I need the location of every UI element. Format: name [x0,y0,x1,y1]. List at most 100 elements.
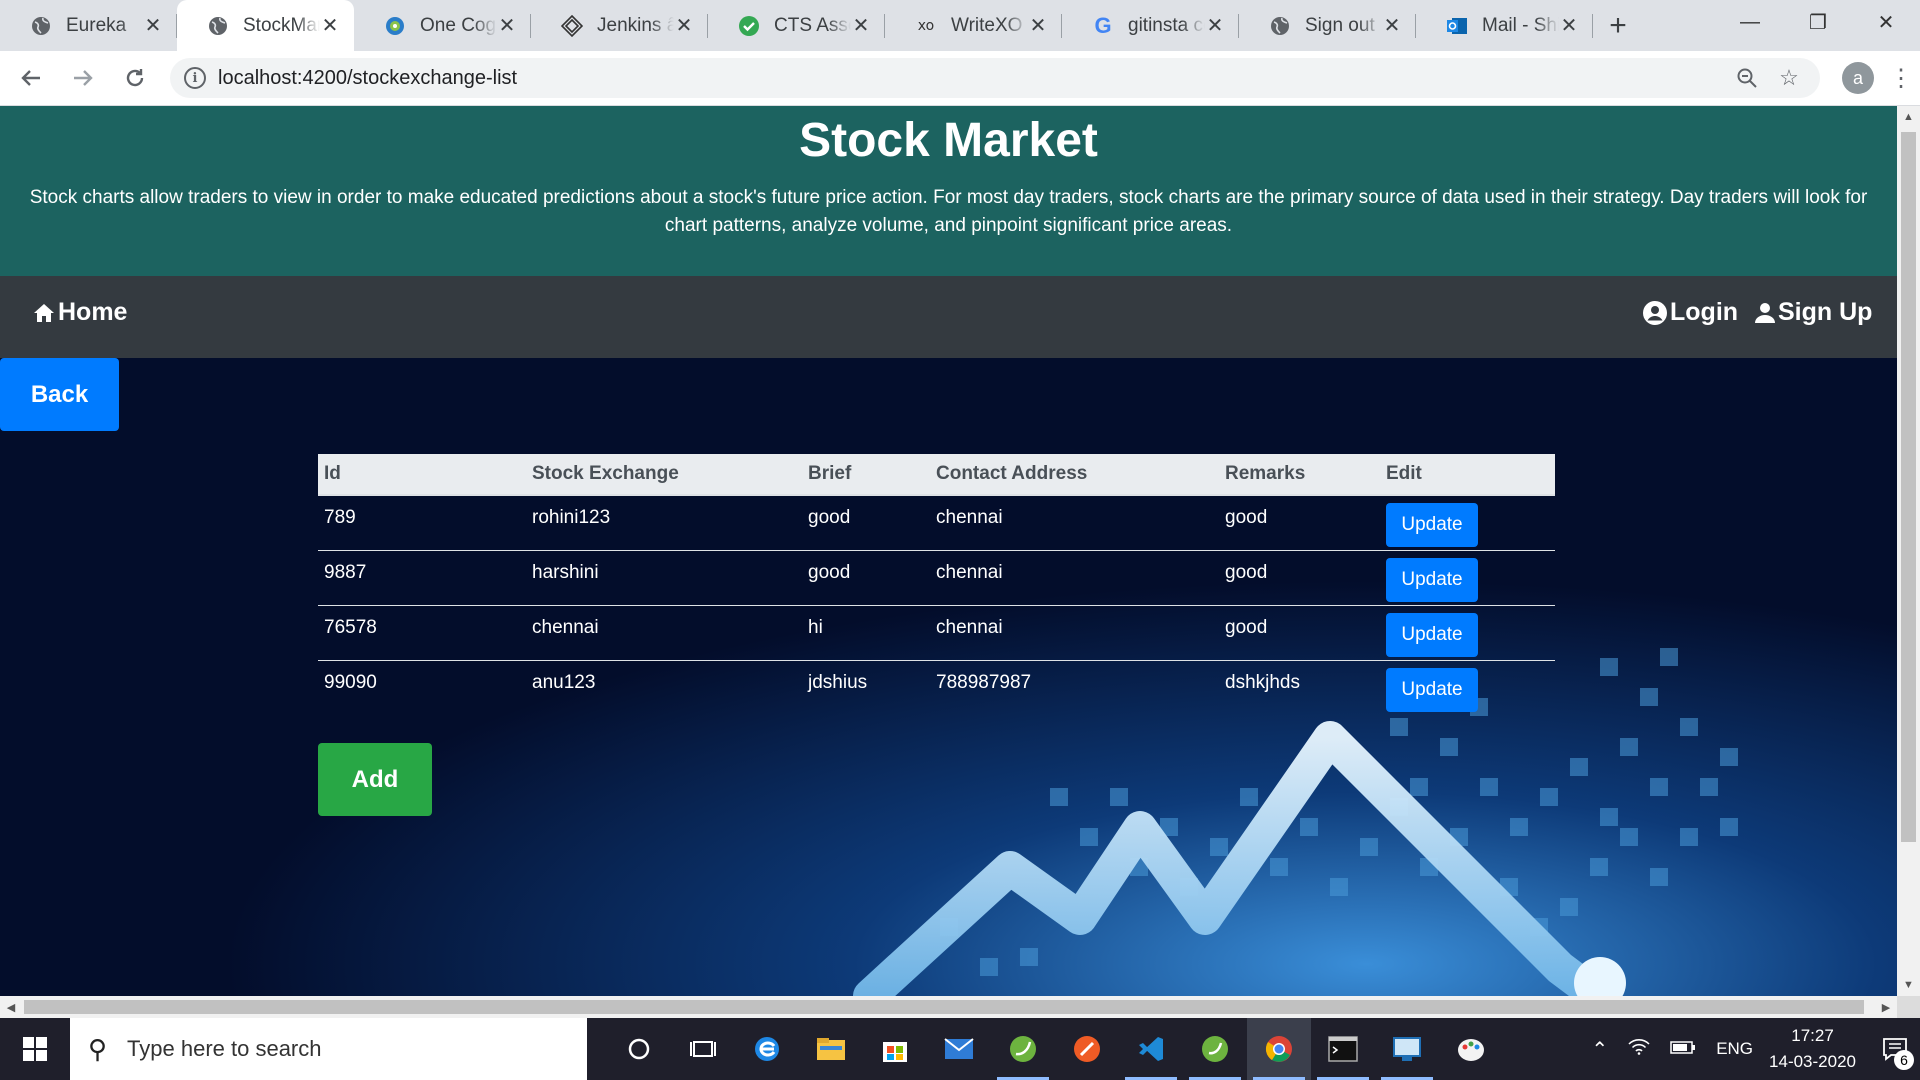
edge-icon[interactable] [735,1018,799,1080]
reload-icon [126,69,144,87]
browser-tab[interactable]: xo WriteXO ✕ [885,0,1062,51]
vertical-scrollbar[interactable]: ▲ ▼ [1897,106,1920,996]
profile-avatar[interactable]: a [1842,62,1874,94]
scroll-right-arrow[interactable]: ▶ [1875,996,1897,1018]
new-tab-button[interactable]: + [1593,0,1643,51]
back-nav-button[interactable] [10,57,52,99]
tab-close-icon[interactable]: ✕ [674,13,694,38]
table-cell: chennai [526,604,802,660]
mail-icon[interactable] [927,1018,991,1080]
tab-close-icon[interactable]: ✕ [497,13,517,38]
pixel-square [980,958,998,976]
hero-banner: Stock Market Stock charts allow traders … [0,106,1897,276]
pixel-square [1640,688,1658,706]
arrow-left-icon [21,70,40,86]
browser-tab[interactable]: Mail - Shi ✕ [1416,0,1593,51]
tab-title: Sign out [1305,14,1375,36]
column-header: Brief [802,454,930,496]
globe-icon [207,15,229,37]
browser-tab[interactable]: Jenkins âŒ✕ [531,0,708,51]
restore-button[interactable]: ❐ [1784,0,1852,44]
scroll-down-arrow[interactable]: ▼ [1897,974,1920,996]
browser-menu-icon[interactable]: ⋮ [1884,61,1918,95]
tab-close-icon[interactable]: ✕ [851,13,871,38]
scroll-left-arrow[interactable]: ◀ [0,996,22,1018]
close-window-button[interactable]: ✕ [1852,0,1920,44]
spring-boot-icon[interactable] [1183,1018,1247,1080]
clock-date: 14-03-2020 [1769,1052,1856,1071]
microsoft-store-icon[interactable] [863,1018,927,1080]
pixel-square [1540,788,1558,806]
nav-home-label: Home [58,298,128,326]
forward-nav-button[interactable] [62,57,104,99]
user-circle-icon [1643,300,1667,325]
browser-tab[interactable]: One Cognizant✕ [354,0,531,51]
table-row: 99090 anu123 jdshius 788987987 dshkjhds Updat… [318,659,1555,715]
url-text[interactable]: localhost:4200/stockexchange-list [218,67,1722,90]
pixel-square [1480,778,1498,796]
pixel-square [1560,898,1578,916]
horizontal-scrollbar[interactable]: ◀ ▶ [0,996,1897,1018]
tab-close-icon[interactable]: ✕ [1028,13,1048,38]
table-cell: 99090 [318,659,526,715]
chrome-icon[interactable] [1247,1018,1311,1080]
browser-tab[interactable]: Eureka ✕ [0,0,177,51]
battery-icon[interactable] [1670,1038,1696,1061]
update-button[interactable]: Update [1386,557,1478,602]
update-button[interactable]: Update [1386,667,1478,712]
nav-signup-link[interactable]: Sign Up [1754,298,1872,327]
nav-login-label: Login [1670,298,1739,326]
update-button[interactable]: Update [1386,612,1478,657]
browser-tab[interactable]: StockMarket✕ [177,0,354,51]
vertical-scroll-thumb[interactable] [1901,132,1916,842]
table-cell: 76578 [318,604,526,660]
taskbar-clock[interactable]: 17:27 14-03-2020 [1769,1023,1856,1075]
file-explorer-icon[interactable] [799,1018,863,1080]
minimize-button[interactable]: — [1716,0,1784,44]
google-icon: G [1094,12,1112,38]
browser-tab[interactable]: Ggitinsta cc ✕ [1062,0,1239,51]
terminal-icon[interactable] [1311,1018,1375,1080]
nav-home-link[interactable]: Home [32,298,127,327]
task-view-icon[interactable] [671,1018,735,1080]
paint-icon[interactable] [1439,1018,1503,1080]
tab-close-icon[interactable]: ✕ [143,13,163,38]
spring-tool-icon[interactable] [991,1018,1055,1080]
table-cell: good [1219,549,1380,605]
bookmark-star-icon[interactable]: ☆ [1772,61,1806,95]
update-button[interactable]: Update [1386,503,1478,547]
home-icon [34,303,54,322]
start-button[interactable] [0,1018,70,1080]
tab-close-icon[interactable]: ✕ [320,13,340,38]
site-info-icon[interactable]: i [184,67,206,89]
vscode-icon[interactable] [1119,1018,1183,1080]
browser-tab[interactable]: Sign out ✕ [1239,0,1416,51]
postman-icon[interactable] [1055,1018,1119,1080]
add-button[interactable]: Add [318,743,432,816]
chevron-up-icon[interactable]: ⌃ [1591,1037,1608,1062]
language-indicator[interactable]: ENG [1716,1039,1753,1059]
pixel-square [1620,738,1638,756]
wifi-icon[interactable] [1628,1037,1650,1061]
address-bar[interactable]: i localhost:4200/stockexchange-list ☆ [170,58,1820,98]
back-button[interactable]: Back [0,358,119,431]
action-center-button[interactable]: 6 [1870,1018,1920,1080]
scroll-up-arrow[interactable]: ▲ [1897,106,1920,128]
xo-icon: xo [917,17,935,34]
remote-desktop-icon[interactable] [1375,1018,1439,1080]
horizontal-scroll-thumb[interactable] [24,1000,1864,1014]
tab-close-icon[interactable]: ✕ [1559,13,1579,38]
reload-button[interactable] [114,57,156,99]
tab-close-icon[interactable]: ✕ [1382,13,1402,38]
page-title: Stock Market [799,114,1098,167]
search-icon: ⚲ [88,1033,108,1064]
taskbar-search-box[interactable]: ⚲ Type here to search [70,1018,587,1080]
table-cell: chennai [930,604,1219,660]
nav-login-link[interactable]: Login [1642,298,1738,327]
tab-close-icon[interactable]: ✕ [1205,13,1225,38]
pixel-square [1720,818,1738,836]
browser-tab[interactable]: CTS Assessment✕ [708,0,885,51]
tab-title: One Cognizant [420,14,497,36]
cortana-icon[interactable] [607,1018,671,1080]
zoom-icon[interactable] [1730,61,1764,95]
